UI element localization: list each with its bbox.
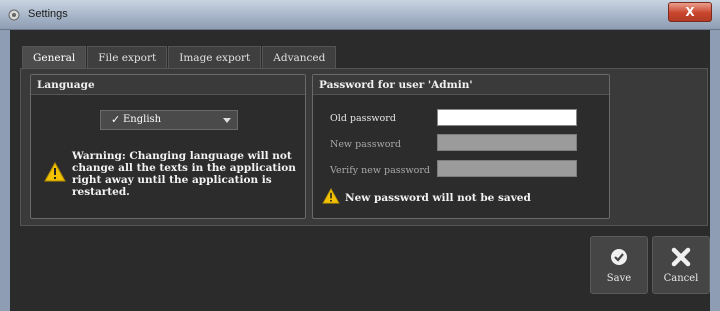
cancel-button[interactable]: Cancel [652,236,710,294]
language-group-header: Language [31,75,305,95]
new-password-label: New password [330,139,402,150]
warning-icon [322,188,340,204]
tab-general[interactable]: General [22,46,87,68]
tab-image-export[interactable]: Image export [168,46,262,68]
window-frame-right [710,30,720,311]
language-dropdown[interactable]: ✓ English [100,110,238,130]
language-selected-value: English [123,114,162,125]
password-group-header: Password for user 'Admin' [313,75,609,95]
warning-icon [44,162,66,182]
close-icon: X [685,5,695,19]
tab-advanced[interactable]: Advanced [262,46,337,68]
cancel-button-label: Cancel [663,273,699,284]
tab-file-export[interactable]: File export [87,46,168,68]
old-password-field[interactable] [437,109,577,126]
language-warning-text: Warning: Changing language will not chan… [72,150,296,198]
password-warning-text: New password will not be saved [345,192,531,204]
settings-tabs: General File export Image export Advance… [22,46,337,68]
window-title: Settings [28,8,68,20]
window-frame-left [0,30,10,311]
verify-password-field[interactable] [437,160,577,177]
old-password-label: Old password [330,113,396,124]
verify-password-label: Verify new password [330,165,430,176]
chevron-down-icon [223,118,231,123]
title-bar: Settings X [0,0,720,30]
gear-icon [8,9,20,21]
close-button[interactable]: X [668,2,712,22]
save-button-label: Save [606,273,632,284]
check-icon: ✓ [111,113,121,126]
checkmark-circle-icon [611,249,627,265]
x-icon [671,247,691,267]
save-button[interactable]: Save [590,236,648,294]
new-password-field[interactable] [437,134,577,151]
